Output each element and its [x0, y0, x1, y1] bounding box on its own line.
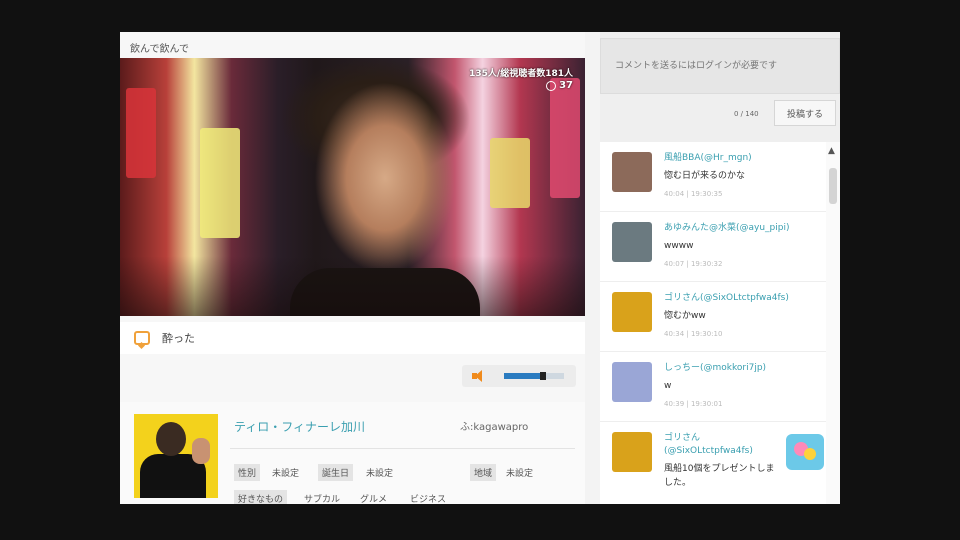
- char-count: 0 / 140: [734, 110, 759, 118]
- post-button[interactable]: 投稿する: [774, 100, 836, 126]
- like-item: ビジネス: [410, 495, 447, 504]
- comment-user[interactable]: ゴリさん(@SixOLtctpfwa4fs): [664, 432, 782, 458]
- broadcaster-avatar[interactable]: [134, 414, 218, 498]
- avatar-head: [156, 422, 186, 456]
- likes-label: 好きなもの: [234, 490, 288, 504]
- list-item[interactable]: 風船BBA(@Hr_mgn) 惚む日が来るのかな 40:04 | 19:30:3…: [600, 142, 826, 212]
- broadcaster-profile: ティロ・フィナーレ加川 ふ:kagawapro 性別 未設定 誕生日 未設定 地…: [120, 402, 585, 504]
- streamer-figure: [290, 268, 480, 316]
- list-item[interactable]: ゴリさん(@SixOLtctpfwa4fs) 惚むかww 40:34 | 19:…: [600, 282, 826, 352]
- user-avatar[interactable]: [612, 362, 652, 402]
- volume-control[interactable]: [462, 365, 576, 387]
- user-avatar[interactable]: [612, 152, 652, 192]
- comment-user[interactable]: 風船BBA(@Hr_mgn): [664, 152, 814, 165]
- feed-scrollbar[interactable]: ▲: [826, 142, 840, 504]
- viewer-count: 37: [546, 80, 573, 91]
- gender-value: 未設定: [272, 469, 300, 479]
- neon-sign: [200, 128, 240, 238]
- neon-sign: [126, 88, 156, 178]
- broadcaster-id: ふ:kagawapro: [460, 422, 529, 433]
- birthday-value: 未設定: [366, 469, 394, 479]
- comment-input-box[interactable]: [600, 38, 840, 94]
- user-avatar[interactable]: [612, 222, 652, 262]
- volume-knob[interactable]: [540, 372, 546, 380]
- viewer-icon: [546, 80, 557, 91]
- like-item: グルメ: [360, 495, 388, 504]
- broadcast-panel: 飲んで飲んで 135人/総視聴者数181人 37 酔った ティロ・フィナーレ加川…: [120, 32, 585, 504]
- like-item: サブカル: [304, 495, 341, 504]
- speech-bubble-icon: [134, 331, 150, 345]
- avatar-hand: [192, 438, 210, 464]
- birthday-label: 誕生日: [318, 464, 354, 481]
- user-avatar[interactable]: [612, 432, 652, 472]
- comment-feed[interactable]: 風船BBA(@Hr_mgn) 惚む日が来るのかな 40:04 | 19:30:3…: [600, 142, 826, 504]
- stream-caption: 酔った: [162, 332, 195, 345]
- balloon-gift-icon: [786, 434, 824, 470]
- neon-sign: [550, 78, 580, 198]
- neon-sign: [490, 138, 530, 208]
- volume-remaining: [546, 373, 564, 379]
- scroll-thumb[interactable]: [829, 168, 837, 204]
- region-label: 地域: [470, 464, 497, 481]
- broadcaster-name[interactable]: ティロ・フィナーレ加川: [234, 418, 365, 435]
- volume-slider[interactable]: [504, 372, 564, 380]
- scroll-up-icon[interactable]: ▲: [828, 146, 835, 156]
- comment-user[interactable]: ゴリさん(@SixOLtctpfwa4fs): [664, 292, 814, 305]
- video-player[interactable]: 135人/総視聴者数181人 37: [120, 58, 585, 316]
- comment-time: 40:39 | 19:30:01: [664, 400, 723, 408]
- comment-user[interactable]: しっちー(@mokkori7jp): [664, 362, 814, 375]
- comment-text: 風船10個をプレゼントしました。: [664, 464, 775, 488]
- app-frame: 飲んで飲んで 135人/総視聴者数181人 37 酔った ティロ・フィナーレ加川…: [120, 32, 840, 504]
- comment-text: 惚む日が来るのかな: [664, 171, 746, 181]
- stream-title: 飲んで飲んで: [130, 44, 189, 55]
- comment-text: 惚むかww: [664, 311, 706, 321]
- comment-user[interactable]: あゆみんた@水菜(@ayu_pipi): [664, 222, 814, 235]
- list-item[interactable]: ゴリさん(@SixOLtctpfwa4fs) 風船10個をプレゼントしました。: [600, 422, 826, 504]
- list-item[interactable]: あゆみんた@水菜(@ayu_pipi) wwww 40:07 | 19:30:3…: [600, 212, 826, 282]
- comment-text: w: [664, 381, 672, 391]
- comment-panel: 0 / 140 投稿する 風船BBA(@Hr_mgn) 惚む日が来るのかな 40…: [600, 32, 840, 504]
- gender-label: 性別: [234, 464, 261, 481]
- comment-time: 40:34 | 19:30:10: [664, 330, 723, 338]
- speaker-icon[interactable]: [472, 370, 486, 382]
- comment-time: 40:07 | 19:30:32: [664, 260, 723, 268]
- viewer-stats: 135人/総視聴者数181人: [469, 69, 573, 79]
- divider: [230, 448, 575, 449]
- viewer-count-value: 37: [559, 80, 573, 91]
- comment-time: 40:04 | 19:30:35: [664, 190, 723, 198]
- comment-input[interactable]: [601, 39, 839, 93]
- stream-caption-bar: 酔った: [120, 322, 585, 354]
- user-avatar[interactable]: [612, 292, 652, 332]
- region-value: 未設定: [506, 469, 534, 479]
- list-item[interactable]: しっちー(@mokkori7jp) w 40:39 | 19:30:01: [600, 352, 826, 422]
- comment-text: wwww: [664, 241, 694, 251]
